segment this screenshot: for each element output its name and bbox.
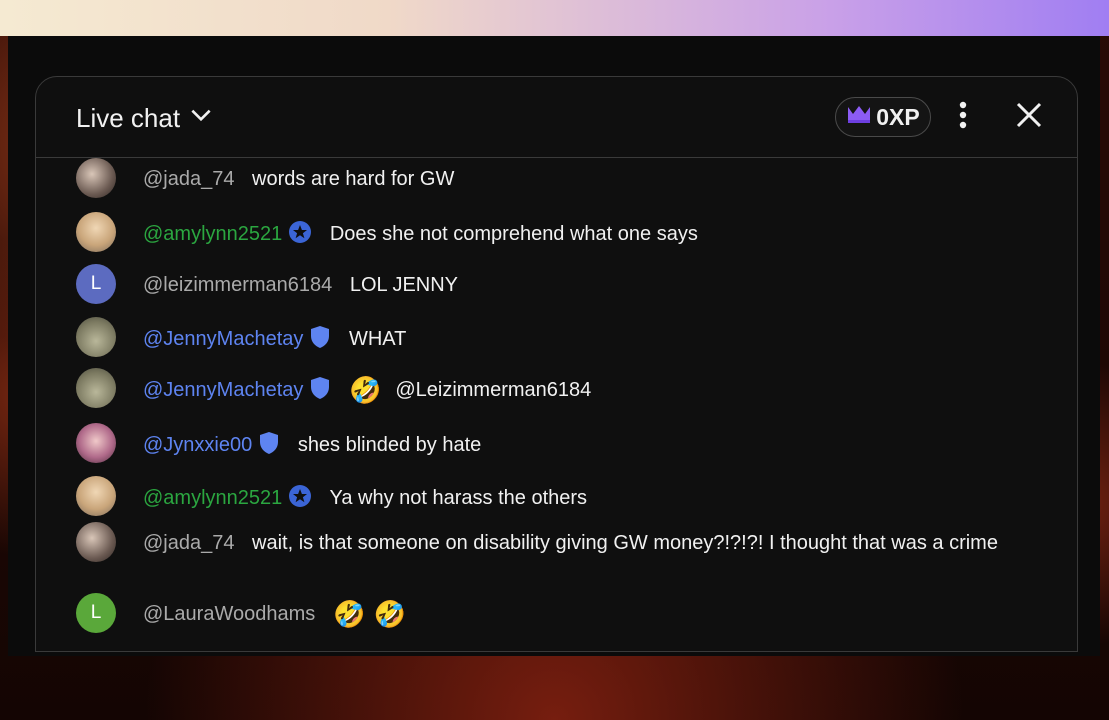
xp-count: 0XP [876, 103, 920, 130]
avatar[interactable]: L [76, 593, 116, 633]
chat-message: @jada_74 words are hard for GW [76, 158, 1036, 198]
avatar[interactable] [76, 368, 116, 408]
chat-message: L @leizimmerman6184 LOL JENNY [76, 264, 1036, 304]
message-text: Does she not comprehend what one says [329, 223, 698, 245]
live-chat-panel: Live chat 0XP @jada_74 words are hard fo… [35, 76, 1078, 652]
chat-title: Live chat [76, 103, 181, 133]
chat-message: @jada_74 wait, is that someone on disabi… [76, 522, 1036, 562]
chat-message: L @LauraWoodhams 🤣 🤣 [76, 593, 1036, 633]
author-name[interactable]: @leizimmerman6184 [143, 274, 332, 296]
author-name[interactable]: @jada_74 [143, 532, 234, 554]
avatar[interactable] [76, 476, 116, 516]
avatar[interactable] [76, 212, 116, 252]
xp-button[interactable]: 0XP [835, 97, 931, 137]
message-text: shes blinded by hate [297, 434, 482, 456]
avatar[interactable] [76, 522, 116, 562]
message-text: WHAT [348, 328, 407, 350]
star-badge-icon [288, 484, 312, 515]
shield-badge-icon [309, 376, 331, 407]
chat-header: Live chat 0XP [36, 77, 1077, 158]
crown-icon [846, 103, 872, 131]
close-icon [1015, 101, 1043, 134]
avatar[interactable] [76, 423, 116, 463]
message-text: @Leizimmerman6184 [395, 379, 592, 401]
chat-message: @JennyMachetay 🤣 @Leizimmerman6184 [76, 368, 1036, 408]
video-top-banner [0, 0, 1109, 36]
message-text: words are hard for GW [252, 168, 455, 190]
rolling-laughing-emoji: 🤣 [349, 375, 382, 405]
author-name[interactable]: @Jynxxie00 [143, 434, 252, 456]
more-options-button[interactable] [945, 99, 981, 135]
close-chat-button[interactable] [1011, 99, 1047, 135]
chevron-down-icon [188, 102, 214, 135]
chat-message: @amylynn2521 Ya why not harass the other… [76, 476, 1036, 516]
message-text: LOL JENNY [349, 274, 459, 296]
shield-badge-icon [309, 325, 331, 356]
more-vert-icon [958, 100, 968, 135]
message-text: Ya why not harass the others [329, 487, 588, 509]
chat-message: @JennyMachetay WHAT [76, 317, 1036, 357]
avatar[interactable] [76, 158, 116, 198]
chat-message: @amylynn2521 Does she not comprehend wha… [76, 212, 1036, 252]
author-name[interactable]: @JennyMachetay [143, 379, 303, 401]
shield-badge-icon [258, 431, 280, 462]
author-name[interactable]: @amylynn2521 [143, 487, 282, 509]
author-name[interactable]: @jada_74 [143, 168, 234, 190]
chat-message: @Jynxxie00 shes blinded by hate [76, 423, 1036, 463]
avatar[interactable]: L [76, 264, 116, 304]
rolling-laughing-emoji: 🤣 [373, 599, 406, 629]
author-name[interactable]: @JennyMachetay [143, 328, 303, 350]
star-badge-icon [288, 220, 312, 251]
live-chat-mode-selector[interactable]: Live chat [76, 102, 214, 135]
message-text: wait, is that someone on disability givi… [252, 532, 998, 554]
author-name[interactable]: @LauraWoodhams [143, 603, 315, 625]
rolling-laughing-emoji: 🤣 [333, 599, 366, 629]
avatar[interactable] [76, 317, 116, 357]
author-name[interactable]: @amylynn2521 [143, 223, 282, 245]
